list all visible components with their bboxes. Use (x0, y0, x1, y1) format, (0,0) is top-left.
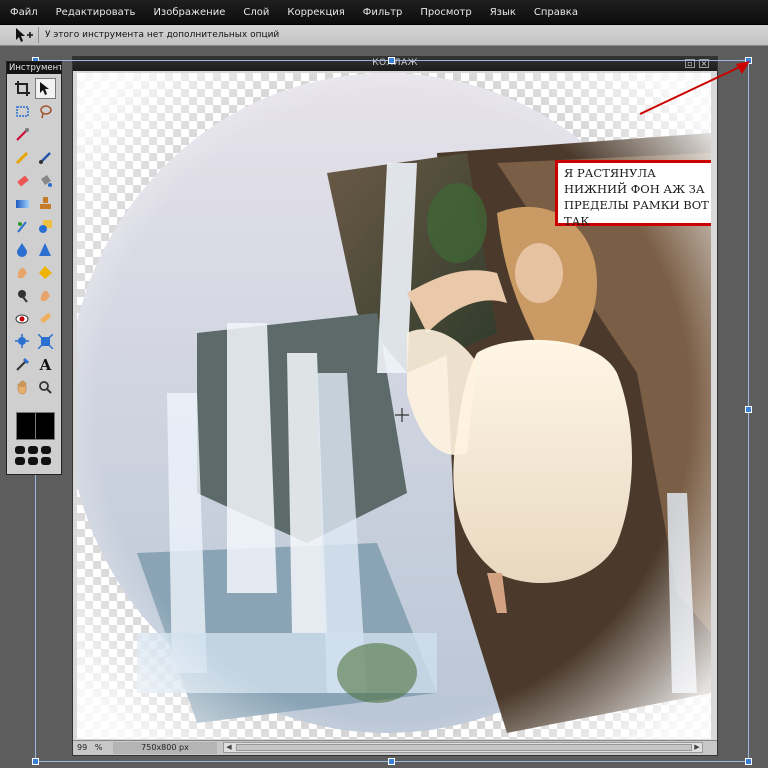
document-size: 750x800 px (113, 742, 217, 754)
document-window: КОЛЛАЖ ▫ × Я РАСТЯНУЛА НИЖНИЙ ФОН АЖ ЗА … (72, 56, 718, 756)
pinch-icon[interactable] (35, 331, 56, 352)
drop-icon[interactable] (12, 239, 33, 260)
zoom-icon[interactable] (35, 377, 56, 398)
tools-palette: Инструменты A (6, 61, 62, 475)
zoom-value: 99 (77, 743, 88, 752)
eyedropper-icon[interactable] (12, 354, 33, 375)
gradient-icon[interactable] (12, 193, 33, 214)
menu-bar: Файл Редактировать Изображение Слой Корр… (0, 0, 768, 25)
annotation-arrow (639, 61, 750, 115)
zoom-unit: % (94, 743, 103, 752)
menu-edit[interactable]: Редактировать (47, 0, 145, 24)
bucket-icon[interactable] (35, 170, 56, 191)
brush-icon[interactable] (35, 147, 56, 168)
tools-palette-title[interactable]: Инструменты (7, 62, 61, 74)
menu-help[interactable]: Справка (525, 0, 587, 24)
burn-icon[interactable] (12, 285, 33, 306)
menu-language[interactable]: Язык (481, 0, 525, 24)
move-icon[interactable] (35, 78, 56, 99)
spot-heal-icon[interactable] (35, 308, 56, 329)
shape-icon[interactable] (35, 216, 56, 237)
menu-file[interactable]: Файл (0, 0, 47, 24)
move-tool-icon (16, 28, 33, 42)
palette-options[interactable] (15, 446, 55, 468)
dodge-icon[interactable] (35, 285, 56, 306)
menu-adjustment[interactable]: Коррекция (278, 0, 353, 24)
empty-slot (35, 124, 56, 145)
scroll-right-icon[interactable]: ▶ (692, 743, 702, 752)
lasso-icon[interactable] (35, 101, 56, 122)
document-statusbar: 99 % 750x800 px ◀ ▶ (73, 740, 717, 755)
option-dot (28, 457, 38, 465)
option-dot (15, 446, 25, 454)
sponge-icon[interactable] (35, 262, 56, 283)
foreground-color-swatch[interactable] (16, 412, 36, 440)
transform-handle-bottom-left[interactable] (32, 758, 39, 765)
background-color-swatch[interactable] (35, 412, 55, 440)
menu-image[interactable]: Изображение (144, 0, 234, 24)
scrollbar-thumb[interactable] (236, 744, 692, 751)
option-dot (15, 457, 25, 465)
menu-layer[interactable]: Слой (234, 0, 278, 24)
transform-handle-right[interactable] (745, 406, 752, 413)
smudge-icon[interactable] (12, 262, 33, 283)
transform-handle-bottom[interactable] (388, 758, 395, 765)
text-icon[interactable]: A (35, 354, 56, 375)
color-replace-icon[interactable] (12, 216, 33, 237)
sharpen-icon[interactable] (35, 239, 56, 260)
tool-options-bar: У этого инструмента нет дополнительных о… (0, 25, 768, 46)
hand-icon[interactable] (12, 377, 33, 398)
option-dot (28, 446, 38, 454)
bloat-icon[interactable] (12, 331, 33, 352)
wand-icon[interactable] (12, 124, 33, 145)
crop-icon[interactable] (12, 78, 33, 99)
stamp-icon[interactable] (35, 193, 56, 214)
pencil-icon[interactable] (12, 147, 33, 168)
option-dot (41, 446, 51, 454)
menu-view[interactable]: Просмотр (411, 0, 480, 24)
option-dot (41, 457, 51, 465)
annotation-callout: Я РАСТЯНУЛА НИЖНИЙ ФОН АЖ ЗА ПРЕДЕЛЫ РАМ… (555, 160, 711, 228)
red-eye-icon[interactable] (12, 308, 33, 329)
tool-options-hint: У этого инструмента нет дополнительных о… (45, 30, 280, 40)
zoom-level[interactable]: 99 % (77, 743, 107, 752)
scroll-left-icon[interactable]: ◀ (224, 743, 234, 752)
transform-handle-bottom-right[interactable] (745, 758, 752, 765)
transform-handle-top[interactable] (388, 57, 395, 64)
options-separator (38, 27, 39, 43)
canvas[interactable]: Я РАСТЯНУЛА НИЖНИЙ ФОН АЖ ЗА ПРЕДЕЛЫ РАМ… (77, 73, 711, 739)
eraser-icon[interactable] (12, 170, 33, 191)
tools-grid: A (12, 78, 58, 400)
horizontal-scrollbar[interactable]: ◀ ▶ (223, 742, 703, 753)
menu-filter[interactable]: Фильтр (354, 0, 412, 24)
marquee-icon[interactable] (12, 101, 33, 122)
